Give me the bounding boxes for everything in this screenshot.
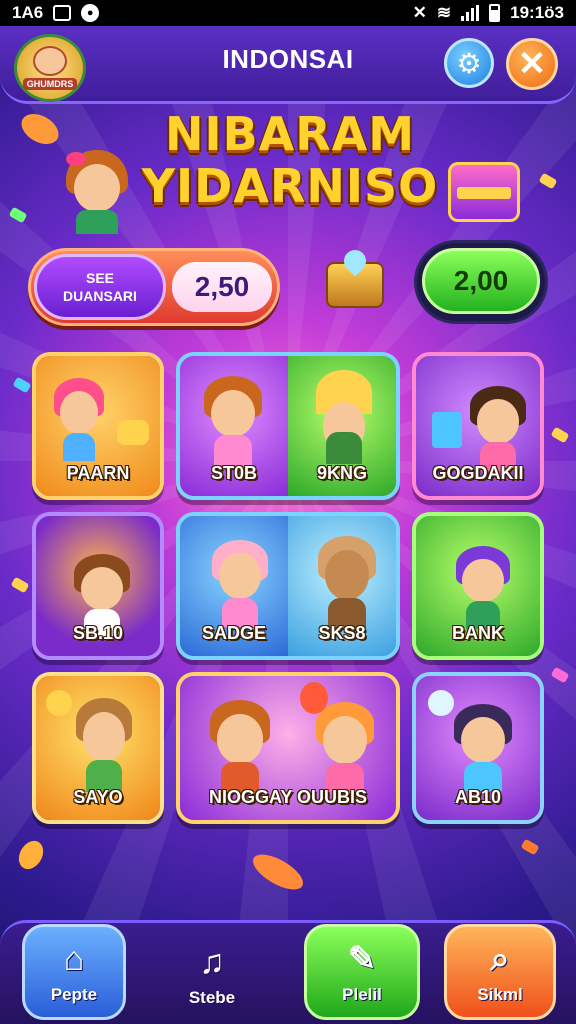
signal-icon [461,5,480,21]
bow-icon [66,152,86,166]
game-title-line2: YIDARNISO [141,159,439,213]
level-card[interactable]: SAYO [32,672,164,824]
level-card-label-right: 9KNG [316,463,367,483]
coin-value: 2,50 [172,262,272,312]
nav-search-label: Sikml [477,985,523,1004]
level-card[interactable]: SB.10 [32,512,164,660]
status-time: 19:1ö3 [510,3,564,22]
header-title: INDONSAI [222,44,354,74]
character-image [74,554,130,637]
character-image [212,540,268,628]
gem-chest-icon[interactable] [326,262,384,308]
game-title: NIBARAM YIDARNISO [130,108,450,212]
nav-play-button[interactable]: ✎ Plelil [304,924,420,1020]
confetti [10,576,30,594]
mascot-character [62,150,132,234]
character-image [454,704,512,792]
level-card-label: AB10 [454,787,502,807]
wifi-icon: ≋ [436,3,452,22]
see-button-label: SEE [85,270,114,286]
see-button[interactable]: SEE DUANSARI [34,254,166,320]
level-card-label: PAARN [66,463,130,483]
logo-character-icon [33,46,67,76]
status-bar: 1A6 ● ✕ ≋ 19:1ö3 [0,0,576,26]
character-image [456,546,510,629]
confetti [520,838,540,856]
search-icon: ⌕ [490,940,510,978]
app-notification-icon: ● [81,4,100,22]
music-icon: ♫ [199,943,225,981]
level-card[interactable]: PAARN [32,352,164,500]
treasure-chest-icon[interactable] [448,162,520,222]
character-image [204,376,262,466]
nav-music-button[interactable]: ♫ Stebe [160,924,264,1020]
wizard-hat-icon [316,370,372,465]
level-card-label: GOGDAKII [432,463,524,483]
level-card[interactable]: GOGDAKII [412,352,544,500]
confetti [16,107,64,151]
character-image [470,386,526,471]
level-card-label: SAYO [73,787,123,807]
level-card[interactable]: NIOGGAY OUUBIS [176,672,400,824]
character-image [76,698,132,793]
nav-home-label: Pepte [50,985,98,1004]
mute-icon: ✕ [412,3,427,22]
logo-text: GHUMDRS [22,78,78,90]
home-icon: ⌂ [63,940,85,978]
settings-button[interactable]: ⚙ [444,38,494,88]
notification-icon [53,5,72,21]
level-card-label-left: ST0B [210,463,257,483]
character-image [54,378,104,461]
cake-icon [112,416,154,456]
close-button[interactable]: ✕ [506,38,558,90]
nav-home-button[interactable]: ⌂ Pepte [22,924,126,1020]
battery-icon [489,4,501,22]
level-card-label-right: SKS8 [318,623,366,643]
game-title-line1: NIBARAM [164,107,416,161]
settings-icon: ⚙ [456,47,482,79]
clipboard-icon: ✎ [347,940,377,978]
character-image [210,700,270,795]
confetti [12,376,32,394]
level-card-label: NIOGGAY OUUBIS [208,787,368,807]
book-icon [432,412,462,448]
level-card[interactable]: BANK [412,512,544,660]
gem-value[interactable]: 2,00 [422,248,540,314]
balloon-icon [300,682,328,714]
level-card-label-left: SADGE [201,623,266,643]
level-card-label: BANK [452,623,504,643]
level-card[interactable]: AB10 [412,672,544,824]
confetti [13,836,49,874]
nav-search-button[interactable]: ⌕ Sikml [444,924,556,1020]
lollipop-icon [46,690,72,716]
gem-icon [428,690,454,716]
confetti [8,206,28,224]
close-icon: ✕ [517,45,547,83]
confetti [550,426,570,444]
level-card-label: SB.10 [72,623,124,643]
confetti [538,172,558,190]
game-logo: GHUMDRS [14,34,86,102]
bunny-character-image [318,536,376,631]
see-button-sublabel: DUANSARI [63,288,137,304]
confetti [247,847,309,897]
level-card[interactable]: ST0B 9KNG [176,352,400,500]
confetti [550,666,570,684]
nav-play-label: Plelil [342,985,382,1004]
level-card[interactable]: SADGE SKS8 [176,512,400,660]
nav-music-label: Stebe [188,988,236,1007]
status-text: 1A6 [12,3,44,22]
